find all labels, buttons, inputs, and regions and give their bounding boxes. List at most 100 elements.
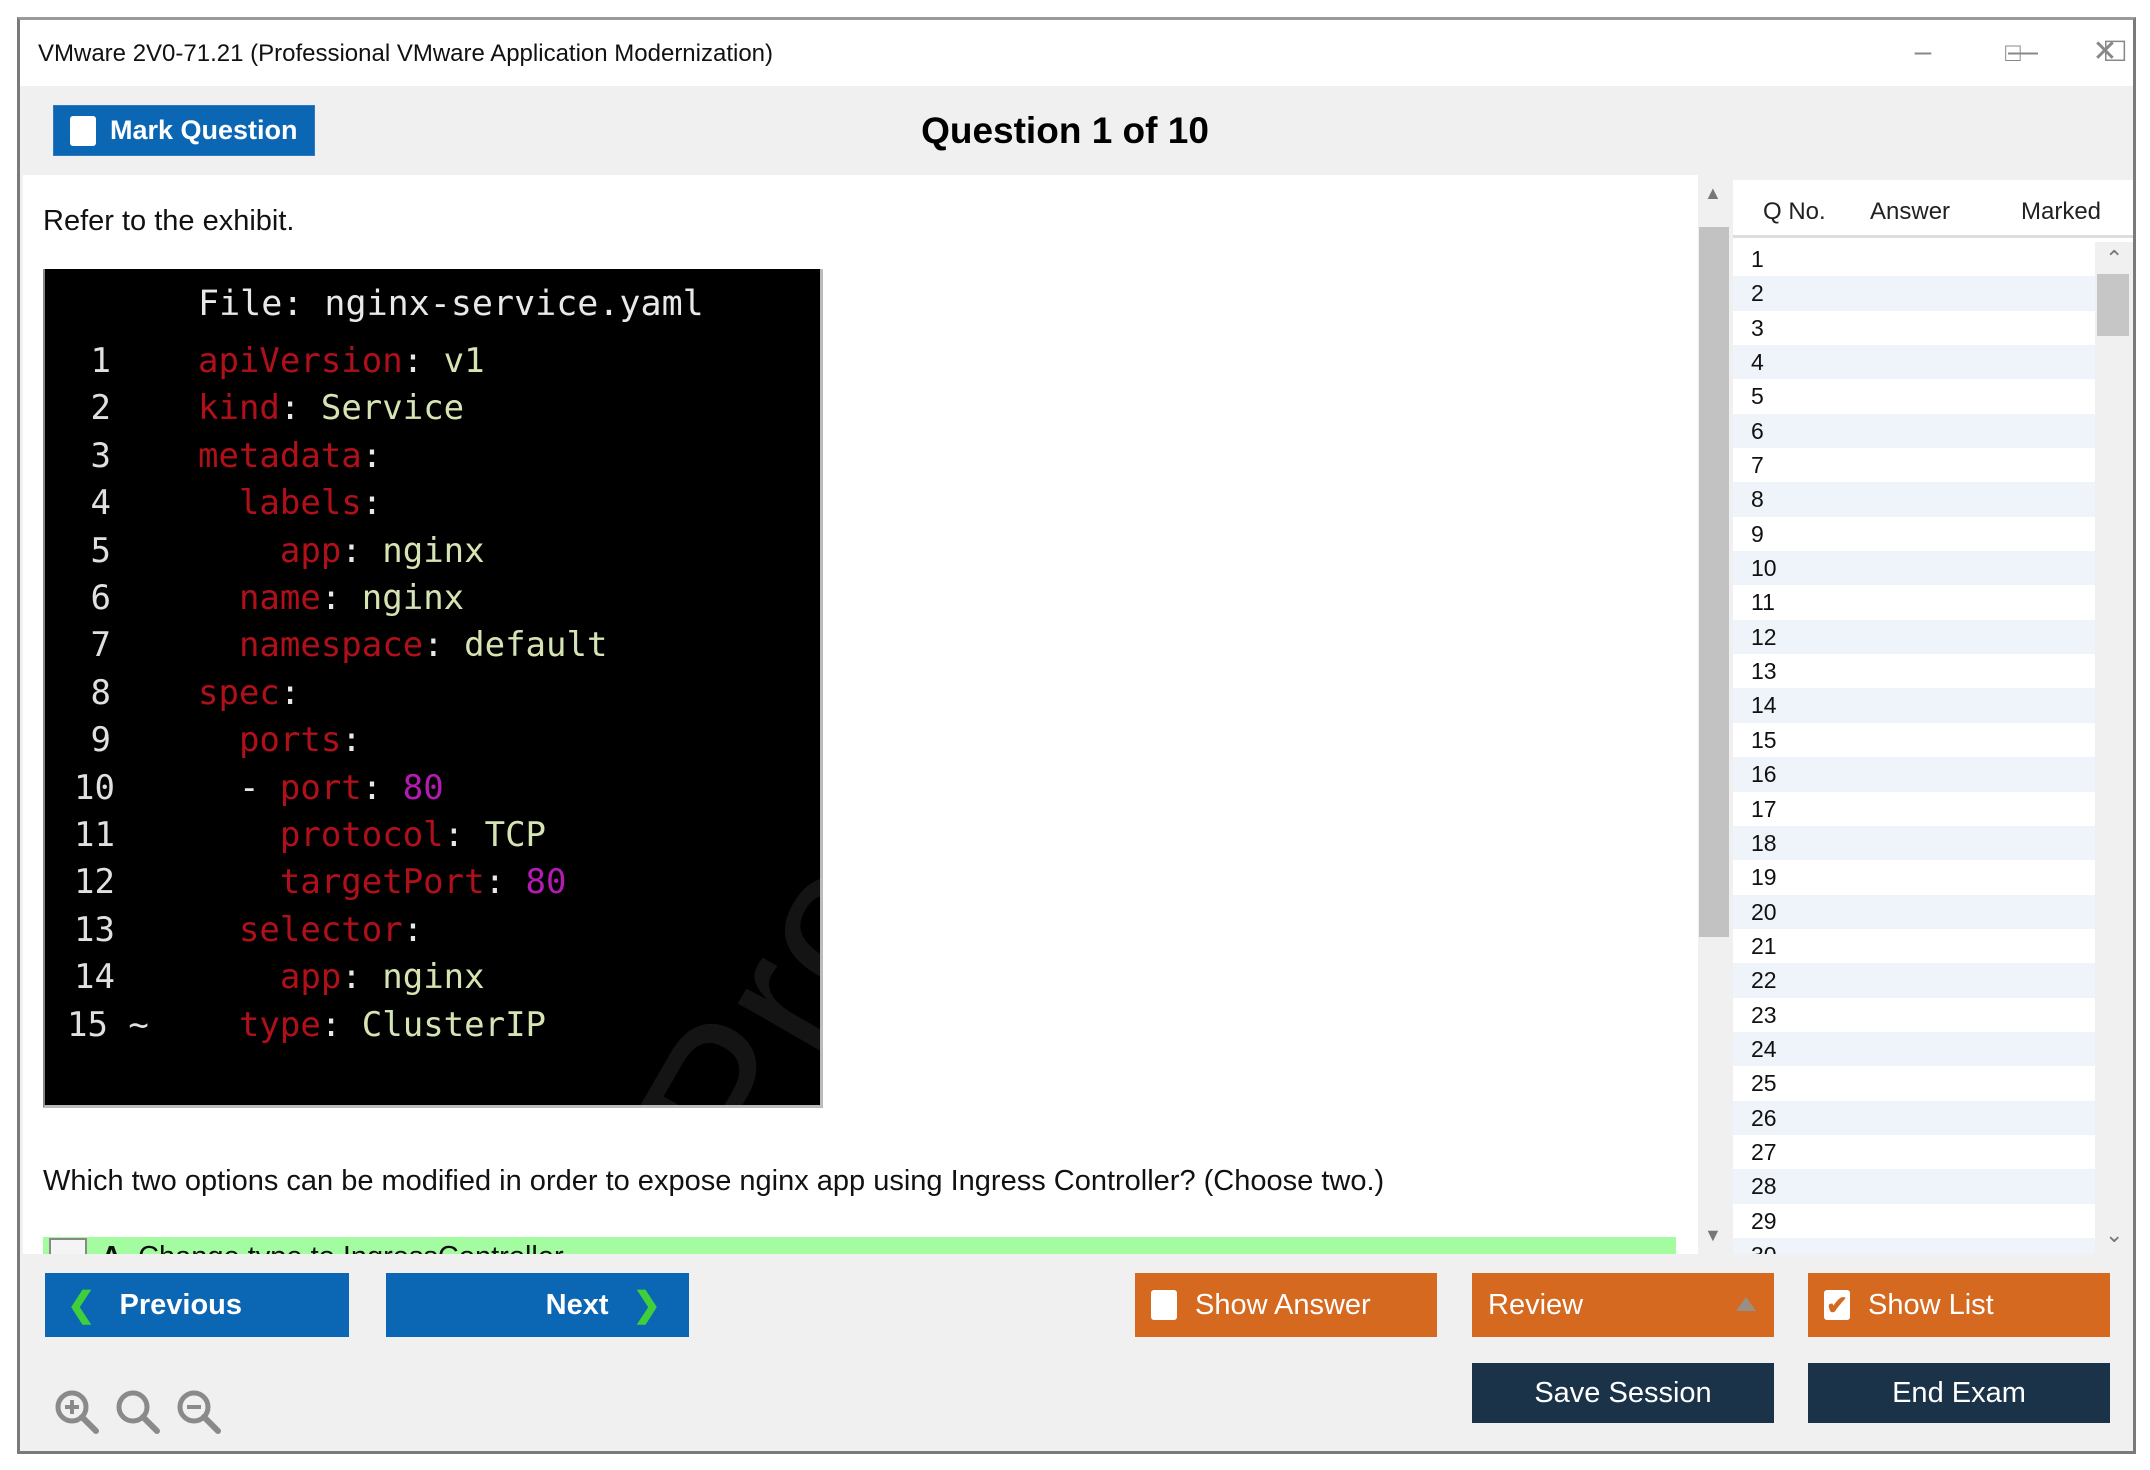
question-list-row[interactable]: 7 xyxy=(1733,448,2095,482)
question-list-row[interactable]: 18 xyxy=(1733,825,2095,861)
question-list-row[interactable]: 3 xyxy=(1733,311,2095,345)
code-text: protocol: TCP xyxy=(198,812,546,859)
next-button[interactable]: Next ❯ xyxy=(386,1273,689,1337)
option-a-text: Change type to IngressController xyxy=(138,1241,564,1255)
chevron-up-icon[interactable]: ⌃ xyxy=(2105,246,2123,272)
line-number: 8 xyxy=(90,672,111,713)
code-text: apiVersion: v1 xyxy=(198,338,485,385)
yaml-value: nginx xyxy=(382,530,485,571)
question-list-row[interactable]: 25 xyxy=(1733,1066,2095,1100)
code-text: selector: xyxy=(198,907,423,954)
yaml-key: ports xyxy=(198,720,342,761)
question-list-row[interactable]: 9 xyxy=(1733,517,2095,551)
question-list-row[interactable]: 5 xyxy=(1733,379,2095,413)
yaml-punct: : xyxy=(279,388,321,429)
question-list-row[interactable]: 4 xyxy=(1733,345,2095,380)
code-text: metadata: xyxy=(198,433,382,480)
yaml-value: 80 xyxy=(525,862,567,903)
yaml-key: selector xyxy=(198,909,403,950)
question-list-row[interactable]: 30 xyxy=(1733,1237,2095,1254)
question-list-row[interactable]: 13 xyxy=(1733,654,2095,688)
yaml-punct: : xyxy=(320,1004,362,1045)
option-a-checkbox[interactable] xyxy=(49,1238,87,1254)
question-list-row[interactable]: 6 xyxy=(1733,413,2095,449)
question-list-scroll-thumb[interactable] xyxy=(2097,274,2129,336)
zoom-in-icon[interactable] xyxy=(52,1387,102,1437)
code-text: - port: 80 xyxy=(198,765,444,812)
show-list-checkbox-checked-icon[interactable]: ✔ xyxy=(1824,1290,1850,1320)
line-number: 1 xyxy=(90,341,111,381)
show-list-button[interactable]: ✔ Show List xyxy=(1808,1273,2110,1337)
header-answer: Answer xyxy=(1870,198,1951,225)
end-exam-button[interactable]: End Exam xyxy=(1808,1363,2110,1423)
scroll-down-icon[interactable]: ▼ xyxy=(1704,1225,1722,1246)
question-list-row[interactable]: 29 xyxy=(1733,1204,2095,1238)
header-marked: Marked xyxy=(2021,198,2102,225)
question-list-row[interactable]: 15 xyxy=(1733,723,2095,757)
question-list-row[interactable]: 11 xyxy=(1733,585,2095,619)
yaml-key: protocol xyxy=(198,815,444,855)
yaml-punct: : xyxy=(361,483,383,524)
question-text: Which two options can be modified in ord… xyxy=(43,1165,1385,1197)
show-answer-button[interactable]: Show Answer xyxy=(1135,1273,1437,1337)
question-list-scrollbar[interactable]: ⌃ ⌄ xyxy=(2095,242,2133,1254)
code-text: namespace: default xyxy=(198,622,607,669)
yaml-value: ClusterIP xyxy=(361,1004,547,1045)
content-scrollbar[interactable]: ▲ ▼ xyxy=(1698,175,1730,1254)
window-title: VMware 2V0-71.21 (Professional VMware Ap… xyxy=(38,40,774,67)
question-list-row[interactable]: 12 xyxy=(1733,619,2095,655)
question-list-row[interactable]: 19 xyxy=(1733,860,2095,894)
zoom-reset-icon[interactable] xyxy=(113,1387,163,1437)
question-list-rows: 1 2 3 4 5 6 7 8 9 10 11 12 13 14 15 16 17 18 19 20 21 22 23 24 2… xyxy=(1733,242,2095,1254)
review-button[interactable]: Review xyxy=(1472,1273,1774,1337)
mark-question-button[interactable]: Mark Question xyxy=(53,105,315,156)
maximize-button[interactable]: □ xyxy=(1990,32,2036,72)
question-list-row[interactable]: 26 xyxy=(1733,1100,2095,1135)
show-answer-checkbox[interactable] xyxy=(1151,1290,1177,1320)
content-scroll-thumb[interactable] xyxy=(1699,227,1729,937)
question-list-row[interactable]: 16 xyxy=(1733,757,2095,792)
code-text: targetPort: 80 xyxy=(198,859,567,906)
question-list-row[interactable]: 17 xyxy=(1733,792,2095,826)
yaml-key: name xyxy=(198,578,321,618)
yaml-key: labels xyxy=(198,483,362,524)
code-text: app: nginx xyxy=(198,954,485,1001)
yaml-key: apiVersion xyxy=(198,341,403,381)
yaml-value: v1 xyxy=(443,341,485,381)
question-list-row[interactable]: 1 xyxy=(1733,242,2095,276)
minimize-button[interactable]: – xyxy=(1900,32,1946,72)
line-number: 3 xyxy=(90,435,111,476)
question-list-row[interactable]: 28 xyxy=(1733,1169,2095,1204)
zoom-out-icon[interactable] xyxy=(174,1387,224,1437)
checkbox-icon xyxy=(70,115,96,146)
question-content: Refer to the exhibit. ProvenWay File: ng… xyxy=(23,175,1698,1254)
option-a-letter: A. xyxy=(101,1241,130,1255)
option-a[interactable]: A. Change type to IngressController xyxy=(43,1237,1676,1254)
line-number: 5 xyxy=(90,530,111,571)
triangle-up-icon xyxy=(1736,1297,1756,1311)
save-session-label: Save Session xyxy=(1534,1376,1712,1409)
question-list-row[interactable]: 10 xyxy=(1733,551,2095,586)
question-list-row[interactable]: 14 xyxy=(1733,688,2095,723)
question-list-row[interactable]: 24 xyxy=(1733,1031,2095,1067)
question-list-row[interactable]: 20 xyxy=(1733,894,2095,929)
line-number: 9 xyxy=(90,720,111,761)
previous-button[interactable]: ❮ Previous xyxy=(45,1273,349,1337)
chevron-down-icon[interactable]: ⌄ xyxy=(2105,1222,2123,1248)
chevron-left-icon: ❮ xyxy=(67,1286,96,1324)
header-q-no: Q No. xyxy=(1763,198,1826,225)
question-list-panel: Q No. Answer Marked 1 2 3 4 5 6 7 8 9 10 11 12 13 14 1… xyxy=(1733,180,2133,1254)
yaml-key: targetPort xyxy=(198,862,485,903)
question-list-row[interactable]: 27 xyxy=(1733,1135,2095,1169)
question-list-row[interactable]: 2 xyxy=(1733,276,2095,311)
question-list-row[interactable]: 23 xyxy=(1733,998,2095,1032)
scroll-up-icon[interactable]: ▲ xyxy=(1704,183,1722,204)
question-list-row[interactable]: 8 xyxy=(1733,482,2095,517)
code-text: type: ClusterIP xyxy=(198,1002,546,1049)
close-button[interactable]: ✕ xyxy=(2082,32,2128,72)
question-list-row[interactable]: 21 xyxy=(1733,929,2095,963)
code-text: labels: xyxy=(198,480,382,527)
save-session-button[interactable]: Save Session xyxy=(1472,1363,1774,1423)
yaml-key: port xyxy=(279,767,362,808)
question-list-row[interactable]: 22 xyxy=(1733,963,2095,998)
